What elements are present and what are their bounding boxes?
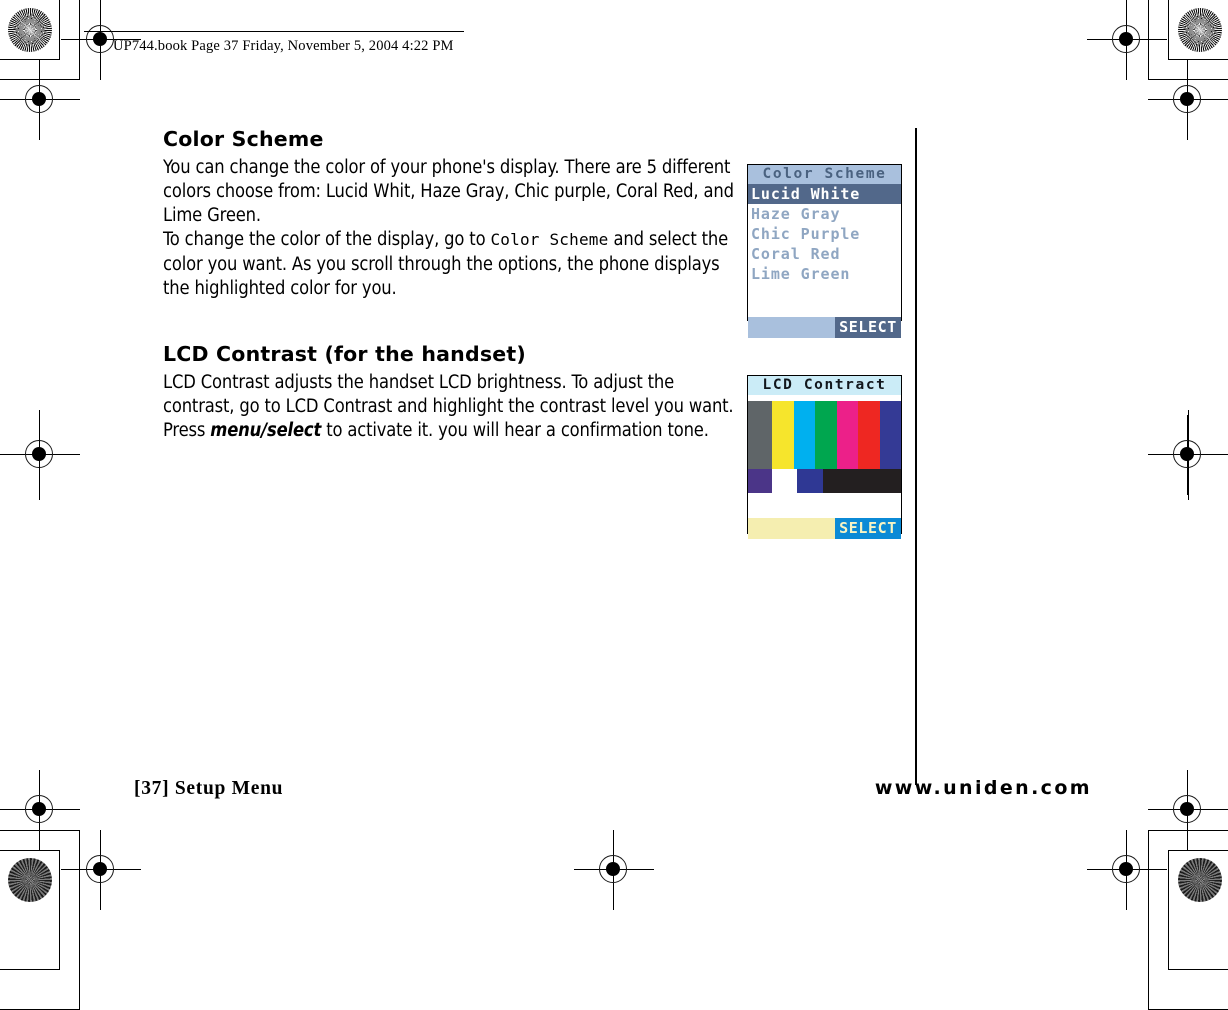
slug-rule	[84, 31, 464, 33]
registration-rosette-bottom-left	[8, 858, 52, 902]
main-content: Color Scheme You can change the color of…	[163, 127, 738, 444]
color-scheme-option-haze-gray[interactable]: Haze Gray	[748, 204, 901, 224]
lcd-contrast-screen-title: LCD Contract	[748, 376, 901, 395]
color-scheme-screen-blank-area	[748, 284, 901, 317]
color-scheme-screen: Color Scheme Lucid White Haze Gray Chic …	[747, 164, 902, 338]
print-slug: UP744.book Page 37 Friday, November 5, 2…	[113, 38, 454, 54]
registration-rosette-top-right	[1178, 8, 1222, 52]
color-scheme-option-lucid-white[interactable]: Lucid White	[748, 184, 901, 204]
fold-mark-left	[39, 410, 41, 500]
color-bar-blue	[796, 469, 823, 493]
color-scheme-paragraph-2: To change the color of the display, go t…	[163, 228, 738, 301]
lcd-contrast-white-field	[748, 493, 901, 518]
color-scheme-screen-title: Color Scheme	[748, 165, 901, 184]
lcd-contrast-color-bars-top	[748, 401, 901, 469]
registration-crosshair-bottom-center	[574, 830, 654, 910]
lcd-contrast-screen: LCD Contract SELECT	[747, 375, 902, 539]
color-scheme-option-list: Lucid White Haze Gray Chic Purple Coral …	[748, 184, 901, 284]
registration-crosshair-right-lower	[1148, 770, 1228, 850]
registration-crosshair-left-lower	[0, 770, 80, 850]
footer-page-label: [37] Setup Menu	[134, 778, 284, 799]
color-bar-white	[772, 469, 797, 493]
color-scheme-option-lime-green[interactable]: Lime Green	[748, 264, 901, 284]
lcd-contrast-color-bars-bottom	[748, 469, 901, 493]
menu-select-key-emphasis: menu/select	[210, 420, 322, 442]
color-bar-cyan	[793, 401, 816, 469]
lcd-contrast-softkey-bar: SELECT	[748, 518, 901, 539]
registration-rosette-bottom-right	[1178, 858, 1222, 902]
color-scheme-softkey-bar: SELECT	[748, 317, 901, 338]
trim-box-bottom-left-inner	[0, 830, 80, 1010]
column-divider-rule	[915, 128, 917, 785]
page-title-color-scheme: Color Scheme	[163, 127, 324, 151]
registration-crosshair-left-upper	[0, 60, 80, 140]
color-scheme-paragraph-1: You can change the color of your phone's…	[163, 156, 734, 227]
page-title-lcd-contrast: LCD Contrast (for the handset)	[163, 341, 526, 366]
lcd-contrast-softkey-select[interactable]: SELECT	[835, 518, 901, 539]
color-scheme-softkey-select[interactable]: SELECT	[835, 317, 901, 338]
color-scheme-paragraph-2-pre: To change the color of the display, go t…	[163, 229, 491, 251]
color-bar-green	[815, 401, 837, 469]
color-scheme-option-coral-red[interactable]: Coral Red	[748, 244, 901, 264]
color-bar-navy	[879, 401, 901, 469]
lcd-contrast-paragraph-1-post: to activate it. you will hear a confirma…	[321, 420, 709, 442]
color-bar-magenta	[836, 401, 859, 469]
color-scheme-softkey-left	[748, 317, 835, 338]
color-bar-gray	[748, 401, 773, 469]
color-bar-red	[858, 401, 880, 469]
fold-mark-right	[1188, 410, 1190, 500]
footer-website: www.uniden.com	[874, 777, 1092, 799]
color-bar-yellow	[772, 401, 794, 469]
trim-box-bottom-right-inner	[1148, 830, 1228, 1010]
color-bar-purple	[748, 469, 773, 493]
registration-crosshair-top-right	[1087, 0, 1167, 80]
registration-crosshair-bottom-right	[1087, 830, 1167, 910]
lcd-contrast-softkey-left	[748, 518, 835, 539]
menu-path-color-scheme: Color Scheme	[490, 230, 609, 250]
registration-crosshair-bottom-left	[61, 830, 141, 910]
color-bar-black	[822, 469, 901, 493]
color-scheme-option-chic-purple[interactable]: Chic Purple	[748, 224, 901, 244]
registration-rosette-top-left	[8, 8, 52, 52]
lcd-contrast-paragraph-1: LCD Contrast adjusts the handset LCD bri…	[163, 371, 738, 444]
registration-crosshair-right-upper	[1148, 60, 1228, 140]
